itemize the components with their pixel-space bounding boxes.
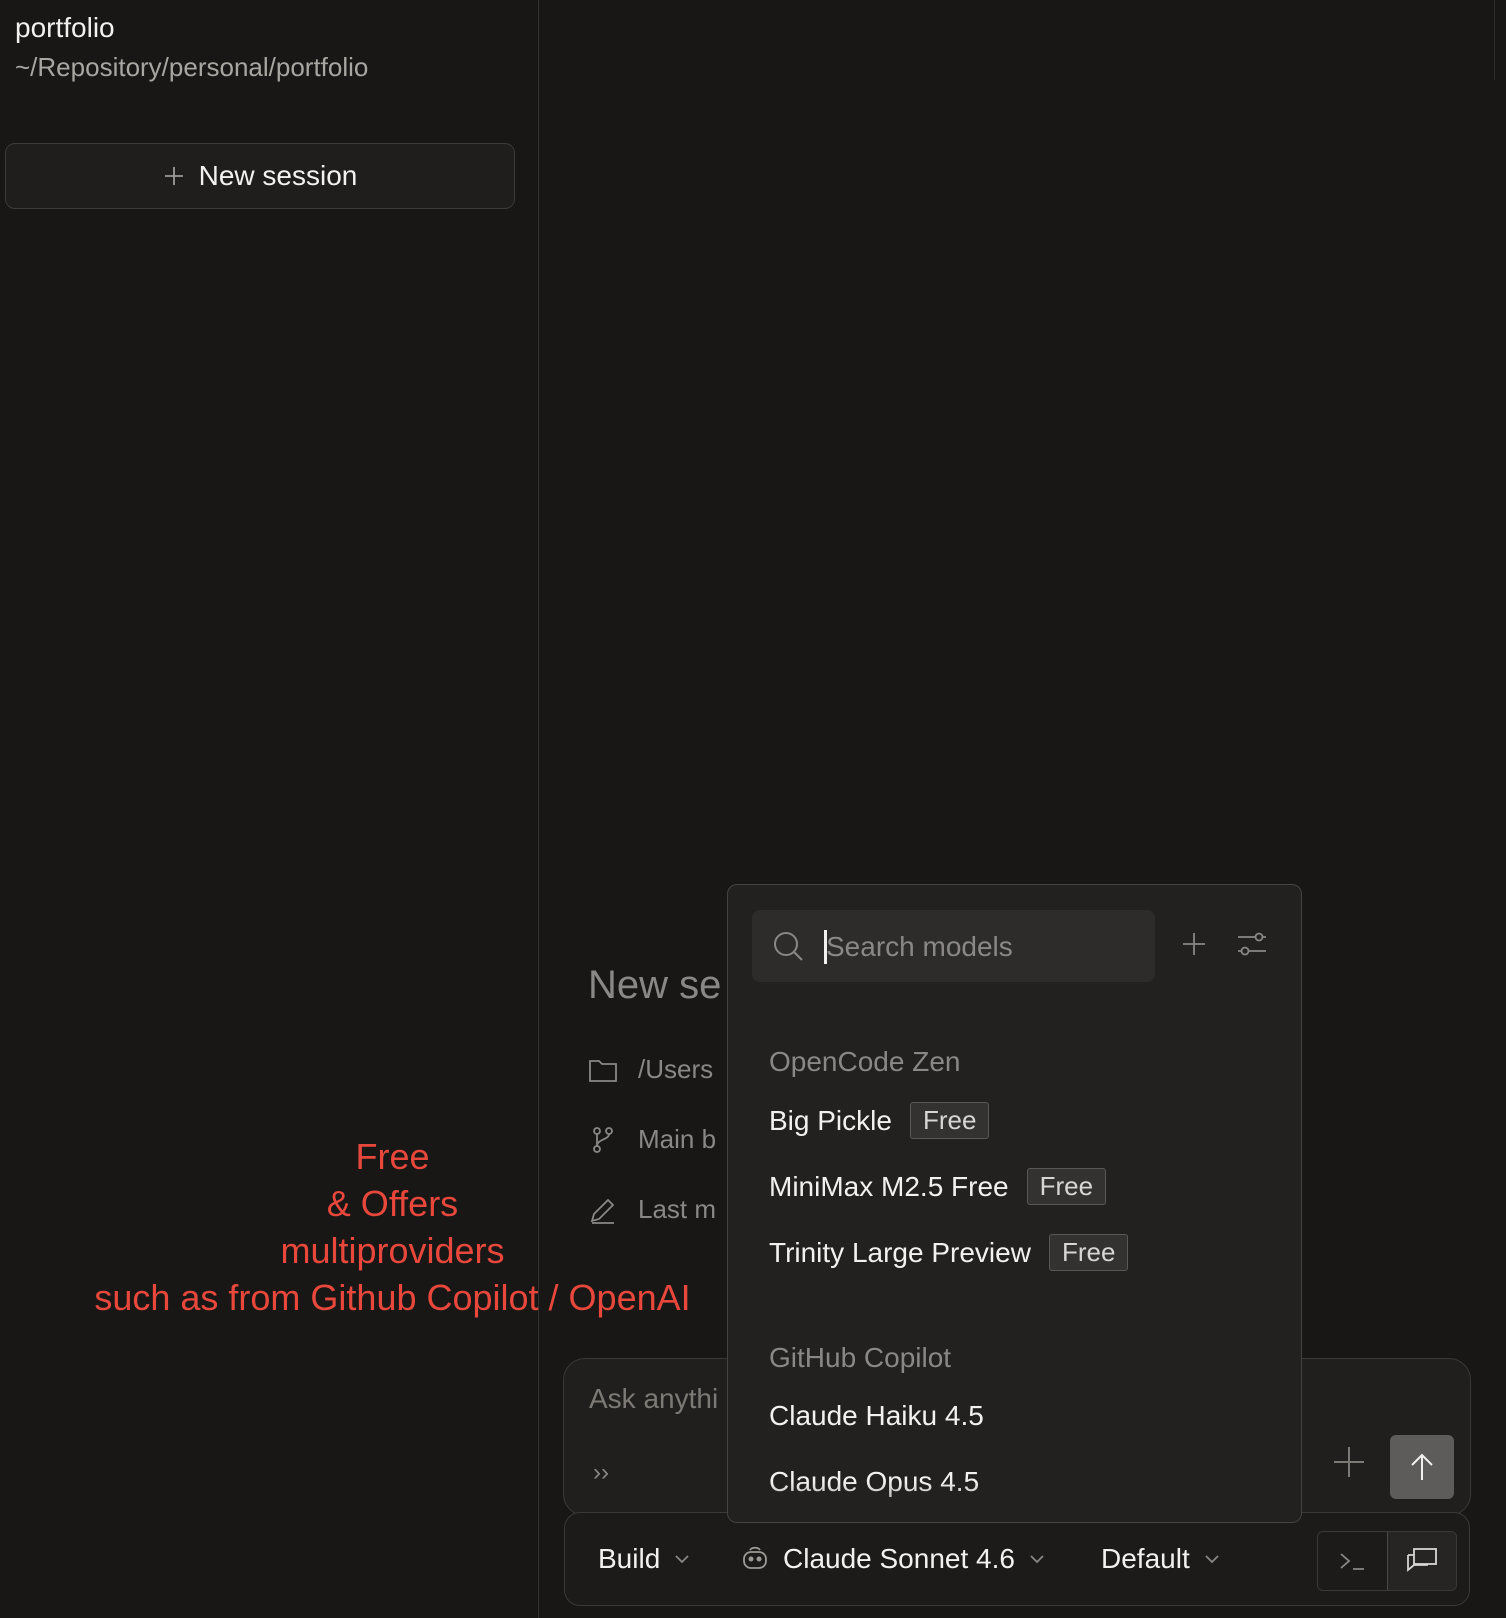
model-item-claude-haiku[interactable]: Claude Haiku 4.5 (769, 1400, 984, 1432)
filter-settings-icon[interactable] (1236, 929, 1268, 959)
chat-icon (1406, 1548, 1437, 1572)
group-github-copilot: GitHub Copilot (769, 1342, 952, 1373)
model-item-trinity[interactable]: Trinity Large Preview Free (769, 1234, 1129, 1271)
composer-toolbar: Build Claude Sonnet 4.6 Default (564, 1512, 1470, 1606)
free-badge: Free (1026, 1168, 1107, 1205)
annotation-line-1: Free (355, 1136, 430, 1177)
promo-annotation: Free & Offers multiproviders such as fro… (40, 1133, 745, 1321)
model-label: Claude Sonnet 4.6 (783, 1543, 1015, 1574)
search-icon (774, 932, 803, 961)
add-provider-icon[interactable] (1182, 932, 1206, 956)
annotation-line-4: such as from Github Copilot / OpenAI (94, 1277, 691, 1318)
chat-button[interactable] (1386, 1532, 1456, 1590)
project-name[interactable]: portfolio (15, 12, 115, 44)
mode-toggle-group (1317, 1531, 1457, 1591)
group-opencode-zen: OpenCode Zen (769, 1046, 961, 1077)
folder-icon (589, 1059, 617, 1082)
expand-chevron-icon[interactable]: ›› (593, 1459, 609, 1487)
attach-plus-icon[interactable] (1332, 1445, 1366, 1479)
model-item-label: MiniMax M2.5 Free (769, 1170, 1009, 1202)
new-session-button[interactable]: New session (5, 143, 515, 209)
model-select[interactable]: Claude Sonnet 4.6 (741, 1513, 1045, 1605)
scroll-fade (728, 1482, 1301, 1522)
free-badge: Free (909, 1102, 990, 1139)
chevron-down-icon (1205, 1555, 1219, 1564)
chevron-down-icon (675, 1555, 689, 1564)
arrow-up-icon (1411, 1453, 1433, 1480)
variant-select[interactable]: Default (1101, 1513, 1220, 1605)
plus-icon (164, 167, 183, 185)
prompt-input[interactable]: Ask anythi (589, 1383, 718, 1415)
new-session-label: New session (198, 160, 358, 191)
terminal-icon (1340, 1553, 1365, 1570)
send-button[interactable] (1390, 1435, 1454, 1499)
meta-directory-text: /Users (638, 1054, 714, 1084)
copilot-icon (743, 1546, 767, 1569)
agent-label: Build (598, 1543, 661, 1574)
model-item-label: Big Pickle (769, 1104, 892, 1136)
model-search-input[interactable] (824, 924, 1138, 970)
model-search[interactable] (752, 910, 1155, 982)
project-path: ~/Repository/personal/portfolio (15, 52, 369, 82)
annotation-line-2: & Offers (326, 1183, 459, 1224)
sidebar: portfolio ~/Repository/personal/portfoli… (0, 0, 539, 1618)
free-badge: Free (1048, 1234, 1129, 1271)
variant-label: Default (1101, 1543, 1190, 1574)
annotation-line-3: multiproviders (280, 1230, 505, 1271)
model-item-label: Claude Haiku 4.5 (769, 1400, 984, 1431)
model-item-label: Trinity Large Preview (769, 1236, 1031, 1268)
terminal-button[interactable] (1318, 1532, 1387, 1590)
window-edge (1494, 0, 1495, 80)
agent-select[interactable]: Build (598, 1513, 690, 1605)
session-title: New se (588, 963, 722, 1007)
model-item-big-pickle[interactable]: Big Pickle Free (769, 1102, 990, 1139)
model-item-minimax[interactable]: MiniMax M2.5 Free Free (769, 1168, 1107, 1205)
model-picker: OpenCode Zen Big Pickle Free MiniMax M2.… (727, 884, 1302, 1523)
meta-directory: /Users (588, 1054, 713, 1085)
chevron-down-icon (1030, 1555, 1044, 1564)
